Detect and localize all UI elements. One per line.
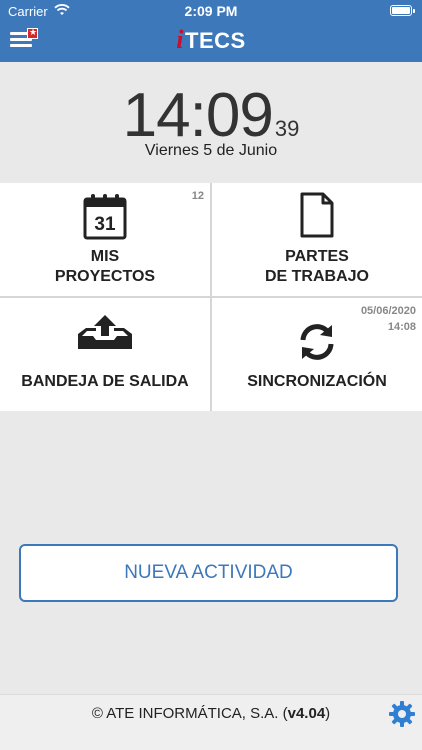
settings-gear-icon[interactable]: [388, 700, 416, 728]
calendar-icon: 31: [82, 191, 128, 246]
app-version: v4.04: [287, 705, 326, 722]
tile-label-proyectos: PROYECTOS: [54, 268, 156, 285]
calendar-day: 31: [94, 214, 116, 235]
app-header: Carrier 2:09 PM iTECS: [0, 0, 422, 62]
clock-time: 14:09: [122, 81, 274, 150]
tile-label-mis: MIS: [90, 248, 120, 265]
footer-close-paren: ): [325, 705, 331, 722]
last-sync-date: 05/06/2020: [360, 305, 416, 317]
menu-grid: 12 31 MIS PROYECTOS PARTES DE TRABAJO BA…: [0, 183, 422, 411]
battery-icon: [390, 5, 415, 16]
status-bar: Carrier 2:09 PM: [0, 0, 422, 22]
logo-text: TECS: [185, 28, 246, 53]
last-sync-badge: 05/06/2020 14:08: [361, 303, 416, 335]
clock-date: Viernes 5 de Junio: [144, 142, 278, 159]
tile-label-sincronizacion: SINCRONIZACIÓN: [247, 373, 387, 390]
document-icon: [299, 191, 335, 244]
projects-count-badge: 12: [191, 190, 204, 202]
outbox-upload-icon: [76, 314, 134, 355]
tile-mis-proyectos[interactable]: 12 31 MIS PROYECTOS: [0, 183, 210, 296]
footer-company: © ATE INFORMÁTICA, S.A. (: [91, 705, 288, 722]
tile-label-de-trabajo: DE TRABAJO: [264, 268, 369, 285]
footer: © ATE INFORMÁTICA, S.A. (v4.04): [0, 694, 422, 734]
tile-sincronizacion[interactable]: 05/06/2020 14:08 SINCRONIZACIÓN: [212, 298, 422, 411]
tile-label-partes: PARTES: [285, 248, 349, 265]
home-indicator-area: [0, 734, 422, 750]
tile-partes-de-trabajo[interactable]: PARTES DE TRABAJO: [212, 183, 422, 296]
logo-i: i: [176, 25, 185, 54]
app-logo: iTECS: [0, 25, 422, 55]
tile-label-bandeja: BANDEJA DE SALIDA: [21, 373, 189, 390]
clock-seconds: 39: [274, 116, 300, 141]
last-sync-time: 14:08: [387, 321, 416, 333]
tile-bandeja-de-salida[interactable]: BANDEJA DE SALIDA: [0, 298, 210, 411]
clock-panel: 14:0939 Viernes 5 de Junio: [0, 62, 422, 182]
status-time: 2:09 PM: [184, 3, 238, 19]
sync-icon: [295, 320, 339, 369]
new-activity-button[interactable]: NUEVA ACTIVIDAD: [19, 544, 398, 602]
